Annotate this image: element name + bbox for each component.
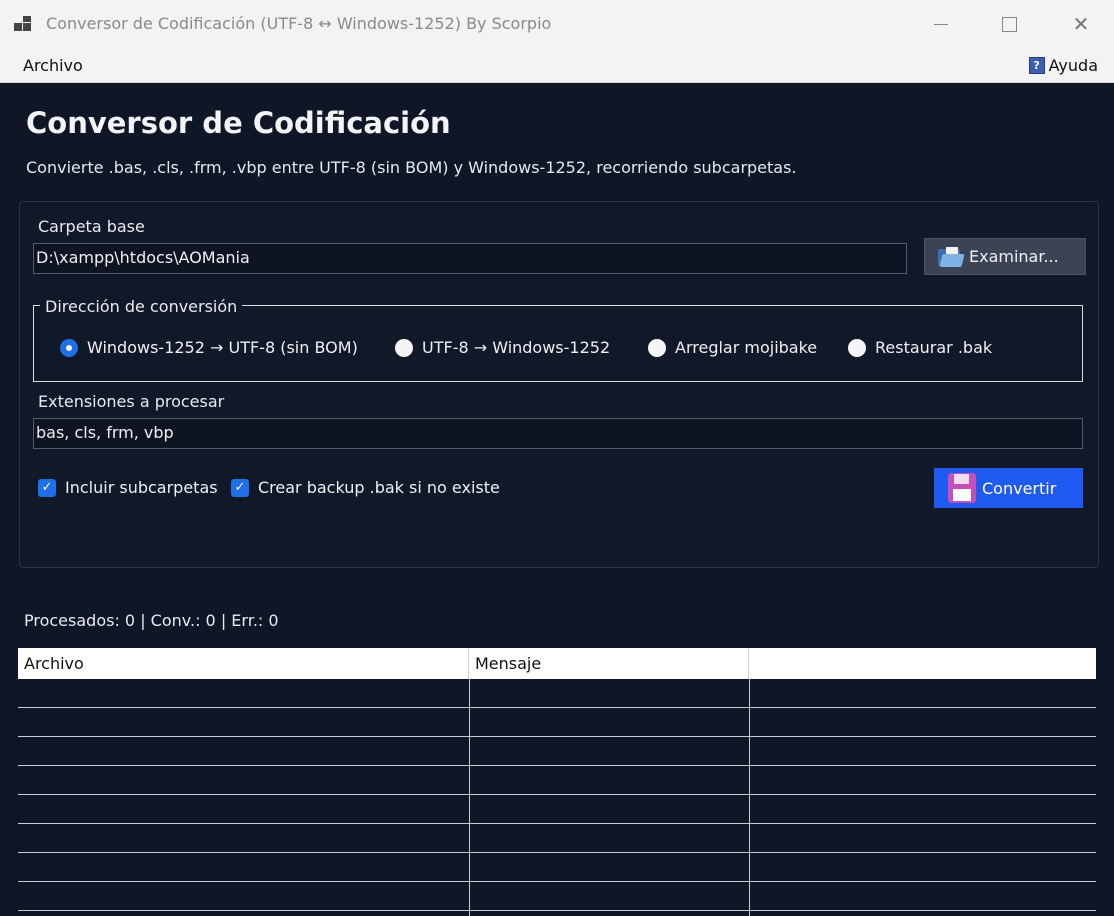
menu-ayuda[interactable]: ? Ayuda [1028,56,1098,75]
page-title: Conversor de Codificación [26,106,451,140]
floppy-disk-icon [948,473,976,503]
radio-unselected-icon [395,338,413,357]
window-title: Conversor de Codificación (UTF-8 ↔ Windo… [46,14,552,33]
table-row [18,910,1096,911]
column-header-mensaje[interactable]: Mensaje [469,648,749,679]
title-bar: Conversor de Codificación (UTF-8 ↔ Windo… [0,0,1114,48]
table-row [18,765,1096,766]
menu-ayuda-label: Ayuda [1048,56,1098,75]
convert-button[interactable]: Convertir [934,468,1083,508]
status-text: Procesados: 0 | Conv.: 0 | Err.: 0 [24,611,279,630]
close-icon: ✕ [1072,12,1090,36]
base-folder-label: Carpeta base [38,217,145,236]
app-icon [14,16,32,32]
results-table[interactable]: Archivo Mensaje [18,648,1096,916]
folder-icon [937,246,965,268]
maximize-icon [1002,17,1017,32]
radio-unselected-icon [648,338,666,357]
radio-selected-icon [60,338,78,357]
help-icon: ? [1028,57,1045,74]
column-header-archivo[interactable]: Archivo [18,648,469,679]
table-header: Archivo Mensaje [18,648,1096,679]
table-row [18,707,1096,708]
table-row [18,794,1096,795]
radio-label: Windows-1252 → UTF-8 (sin BOM) [87,338,358,357]
browse-button[interactable]: Examinar... [924,238,1086,275]
checkbox-checked-icon: ✓ [231,478,249,497]
convert-button-label: Convertir [982,478,1057,498]
minimize-icon [934,24,948,25]
include-subfolders-checkbox[interactable]: ✓ Incluir subcarpetas [38,478,218,497]
radio-unselected-icon [848,338,866,357]
radio-label: Restaurar .bak [875,338,993,357]
close-button[interactable]: ✕ [1046,0,1114,48]
extensions-label: Extensiones a procesar [38,392,225,411]
radio-fix-mojibake[interactable]: Arreglar mojibake [648,338,817,357]
browse-button-label: Examinar... [969,247,1059,266]
column-header-extra[interactable] [749,648,1096,679]
menu-bar: Archivo ? Ayuda [0,48,1114,83]
table-row [18,881,1096,882]
radio-utf8-to-win1252[interactable]: UTF-8 → Windows-1252 [395,338,610,357]
checkbox-checked-icon: ✓ [38,478,56,497]
radio-win1252-to-utf8[interactable]: Windows-1252 → UTF-8 (sin BOM) [60,338,358,357]
create-backup-checkbox[interactable]: ✓ Crear backup .bak si no existe [231,478,500,497]
base-folder-input[interactable]: D:\xampp\htdocs\AOMania [33,243,907,274]
page-description: Convierte .bas, .cls, .frm, .vbp entre U… [26,158,797,177]
maximize-button[interactable] [976,0,1046,48]
radio-label: UTF-8 → Windows-1252 [422,338,611,357]
checkbox-label: Incluir subcarpetas [65,478,218,497]
minimize-button[interactable] [906,0,976,48]
checkbox-label: Crear backup .bak si no existe [258,478,500,497]
radio-restore-bak[interactable]: Restaurar .bak [848,338,992,357]
radio-label: Arreglar mojibake [675,338,818,357]
table-row [18,852,1096,853]
extensions-input[interactable]: bas, cls, frm, vbp [33,418,1083,449]
table-row [18,823,1096,824]
table-row [18,736,1096,737]
menu-archivo[interactable]: Archivo [23,56,83,75]
direction-legend: Dirección de conversión [40,297,243,316]
